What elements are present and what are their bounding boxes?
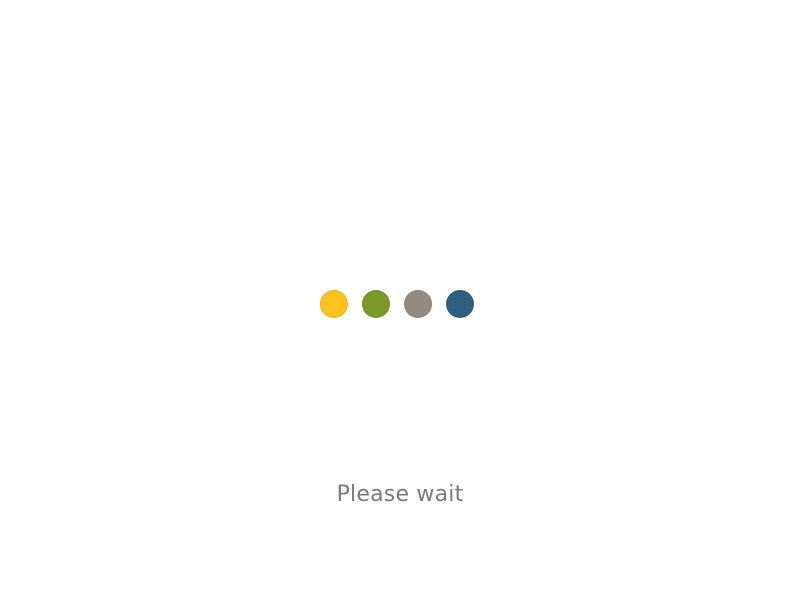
loading-indicator — [320, 288, 480, 320]
loader-dot-green — [362, 290, 390, 318]
loader-dot-gray — [404, 290, 432, 318]
loader-dot-yellow — [320, 290, 348, 318]
status-message: Please wait — [336, 482, 464, 507]
loader-dot-blue — [446, 290, 474, 318]
